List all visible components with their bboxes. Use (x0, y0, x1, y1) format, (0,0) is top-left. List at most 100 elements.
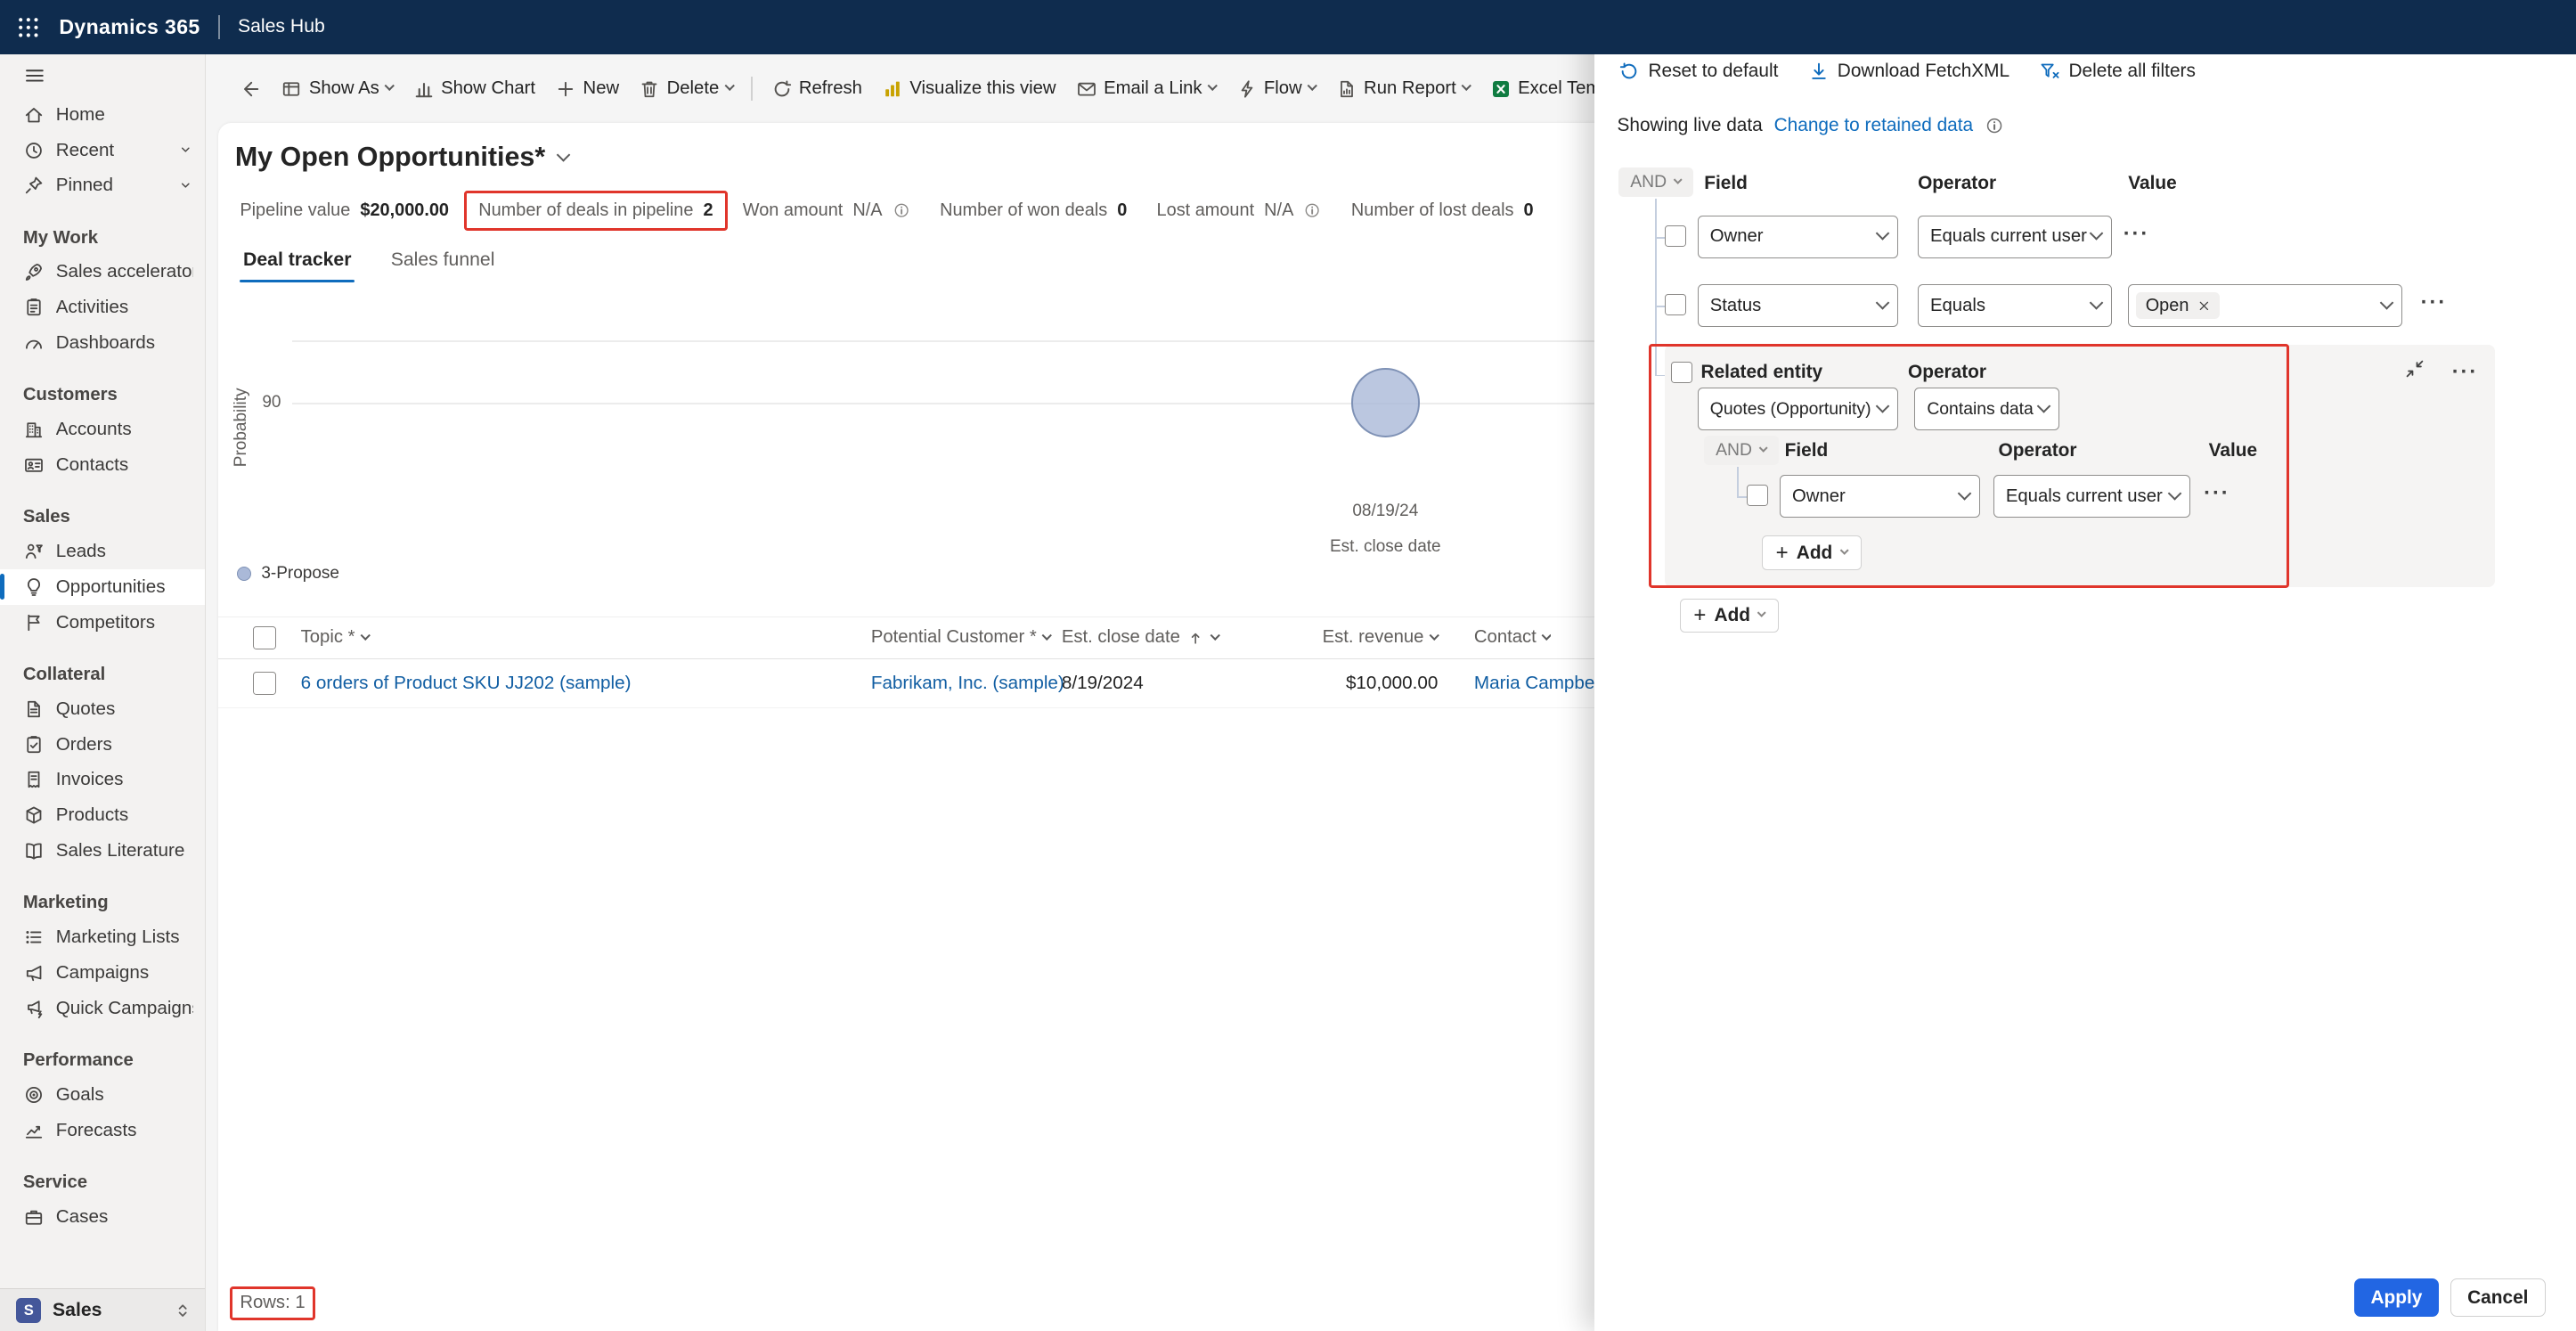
potential-customer-link[interactable]: Fabrikam, Inc. (sample) (871, 673, 1064, 694)
sidebar-item-dashboards[interactable]: Dashboards (0, 325, 205, 361)
building-icon (23, 419, 45, 440)
condition-checkbox[interactable] (1747, 485, 1769, 507)
run-report-button[interactable]: Run Report (1327, 68, 1478, 110)
refresh-button[interactable]: Refresh (762, 68, 870, 110)
chevron-down-icon[interactable] (178, 178, 193, 193)
sidebar-item-opportunities[interactable]: Opportunities (0, 568, 205, 605)
condition-more-button[interactable]: ··· (2421, 292, 2447, 314)
collapse-group-button[interactable] (2404, 358, 2425, 380)
filter-builder: AND Field Operator Value Owner Equals cu… (1617, 158, 2554, 667)
condition-checkbox[interactable] (1664, 294, 1686, 316)
condition-more-button[interactable]: ··· (2204, 483, 2230, 504)
column-header-potential-customer[interactable]: Potential Customer * (871, 627, 1062, 648)
reset-to-default-button[interactable]: Reset to default (1609, 56, 1788, 87)
sitemap-toggle-button[interactable] (0, 54, 46, 97)
reset-icon (1618, 61, 1640, 82)
sidebar-item-invoices[interactable]: Invoices (0, 763, 205, 798)
add-filter-button[interactable]: + Add (1679, 598, 1780, 633)
email-link-button[interactable]: Email a Link (1067, 68, 1224, 110)
group-more-button[interactable]: ··· (2452, 361, 2478, 383)
sidebar-item-quotes[interactable]: Quotes (0, 691, 205, 727)
sidebar-item-quick-campaigns[interactable]: Quick Campaigns (0, 991, 205, 1026)
metric-won-amount: Won amount N/A (743, 200, 910, 221)
condition-more-button[interactable]: ··· (2124, 223, 2149, 245)
select-all-checkbox[interactable] (253, 625, 276, 649)
sidebar-item-sales-accelerator[interactable]: Sales accelerator (0, 255, 205, 290)
show-as-button[interactable]: Show As (273, 68, 402, 110)
condition-checkbox[interactable] (1664, 225, 1686, 247)
info-icon[interactable] (1985, 116, 2004, 135)
area-switcher[interactable]: S Sales (0, 1288, 205, 1331)
sidebar-item-sales-literature[interactable]: Sales Literature (0, 833, 205, 869)
delete-all-filters-button[interactable]: Delete all filters (2029, 56, 2205, 87)
column-header-est-close-date[interactable]: Est. close date (1062, 627, 1221, 648)
flow-button[interactable]: Flow (1227, 68, 1324, 110)
chevron-down-icon (1673, 175, 1683, 185)
tab-sales-funnel[interactable]: Sales funnel (387, 247, 498, 283)
sidebar-item-label: Products (55, 804, 129, 826)
row-checkbox[interactable] (253, 672, 276, 695)
sidebar-item-activities[interactable]: Activities (0, 290, 205, 325)
column-header-contact[interactable]: Contact (1474, 627, 1551, 648)
delete-button[interactable]: Delete (631, 68, 741, 110)
view-selector[interactable]: My Open Opportunities* (235, 142, 571, 173)
sidebar-item-pinned[interactable]: Pinned (0, 168, 205, 204)
tree-connector (1737, 496, 1748, 499)
operator-dropdown[interactable]: Equals current user (1993, 475, 2191, 519)
chevron-down-icon[interactable] (178, 143, 193, 158)
chevron-down-icon (1758, 443, 1769, 453)
related-entity-dropdown[interactable]: Quotes (Opportunity) (1697, 388, 1898, 431)
apply-button[interactable]: Apply (2354, 1278, 2439, 1317)
related-entity-operator-dropdown[interactable]: Contains data (1914, 388, 2059, 431)
app-launcher-button[interactable] (16, 15, 41, 40)
sidebar-item-label: Goals (55, 1083, 104, 1105)
back-button[interactable] (232, 68, 269, 110)
nested-logic-dropdown[interactable]: AND (1704, 435, 1779, 466)
sidebar-item-orders[interactable]: Orders (0, 727, 205, 763)
field-dropdown[interactable]: Status (1697, 284, 1898, 328)
panel-toolbar: Reset to default Download FetchXML Delet… (1609, 56, 2205, 87)
sidebar-item-leads[interactable]: Leads (0, 534, 205, 569)
chevron-down-icon (723, 80, 735, 92)
cancel-button[interactable]: Cancel (2450, 1278, 2546, 1317)
group-logic-dropdown[interactable]: AND (1618, 167, 1693, 198)
chart-bubble[interactable] (1350, 368, 1421, 437)
briefcase-icon (23, 1206, 45, 1228)
sidebar-item-cases[interactable]: Cases (0, 1199, 205, 1235)
topic-link[interactable]: 6 orders of Product SKU JJ202 (sample) (301, 673, 632, 694)
sidebar-item-campaigns[interactable]: Campaigns (0, 955, 205, 991)
metric-lost-deals: Number of lost deals 0 (1350, 200, 1534, 221)
download-icon (1808, 61, 1830, 82)
chevron-up-down-icon[interactable] (174, 1302, 192, 1319)
column-header-topic[interactable]: Topic * (301, 627, 871, 648)
remove-tag-icon[interactable] (2197, 299, 2211, 313)
group-checkbox[interactable] (1671, 361, 1693, 383)
sidebar-item-label: Contacts (55, 454, 129, 476)
info-icon[interactable] (1303, 201, 1321, 219)
field-dropdown[interactable]: Owner (1780, 475, 1981, 519)
change-retained-data-link[interactable]: Change to retained data (1774, 115, 1974, 136)
operator-dropdown[interactable]: Equals current user (1918, 215, 2112, 258)
sidebar-item-marketing-lists[interactable]: Marketing Lists (0, 919, 205, 955)
tab-deal-tracker[interactable]: Deal tracker (240, 247, 355, 283)
show-chart-button[interactable]: Show Chart (405, 68, 544, 110)
sidebar-item-goals[interactable]: Goals (0, 1077, 205, 1113)
sidebar-item-competitors[interactable]: Competitors (0, 605, 205, 641)
sidebar-item-contacts[interactable]: Contacts (0, 447, 205, 483)
visualize-view-button[interactable]: Visualize this view (874, 68, 1064, 110)
sidebar-item-products[interactable]: Products (0, 797, 205, 833)
info-icon[interactable] (893, 201, 910, 219)
home-icon (23, 104, 45, 126)
sidebar-item-forecasts[interactable]: Forecasts (0, 1113, 205, 1148)
download-fetchxml-button[interactable]: Download FetchXML (1798, 56, 2020, 87)
sidebar-item-recent[interactable]: Recent (0, 133, 205, 168)
sidebar-item-label: Quick Campaigns (55, 997, 193, 1018)
new-button[interactable]: New (547, 68, 627, 110)
sidebar-item-home[interactable]: Home (0, 97, 205, 133)
field-dropdown[interactable]: Owner (1697, 215, 1898, 258)
sidebar-item-accounts[interactable]: Accounts (0, 412, 205, 447)
value-dropdown[interactable]: Open (2128, 284, 2403, 328)
column-header-est-revenue[interactable]: Est. revenue (1219, 627, 1440, 648)
operator-dropdown[interactable]: Equals (1918, 284, 2112, 328)
add-condition-button[interactable]: + Add (1761, 535, 1862, 571)
